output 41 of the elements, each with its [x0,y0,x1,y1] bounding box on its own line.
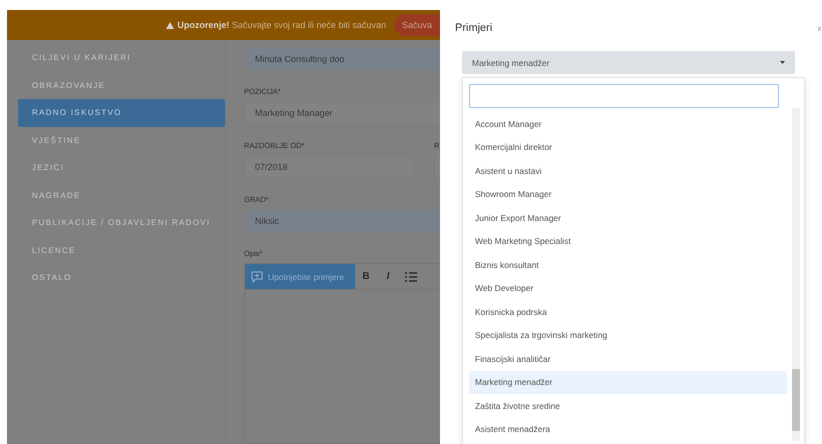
sidebar-item[interactable]: NAGRADE [18,182,225,209]
sidebar-item[interactable]: JEZICI [18,154,225,182]
sidebar-item[interactable]: PUBLIKACIJE / OBJAVLJENI RADOVI [18,209,225,236]
example-select[interactable]: Marketing menadžer [462,51,795,74]
search-field[interactable] [469,84,779,108]
date-field[interactable]: 07/2018 [244,155,414,179]
position-field[interactable]: Marketing Manager [244,101,440,125]
examples-button[interactable]: Upotrijebite primjere [245,264,355,289]
dropdown-option[interactable]: Web Marketing Specialist [469,230,787,253]
dropdown-option[interactable]: Komercijalni direktor [469,136,787,159]
city-field[interactable]: Niksic [244,209,440,233]
dropdown-option[interactable]: Asistent u nastavi [469,159,787,182]
dropdown-option[interactable]: Finascijski analitičar [469,347,787,370]
panel-title: Primjeri [455,22,492,34]
dropdown-option[interactable]: Asistent menadžera [469,418,787,441]
dropdown-option[interactable]: Zaštita životne sredine [469,394,787,418]
dropdown-option[interactable]: Showroom Manager [469,182,787,206]
sidebar-item[interactable]: VJEŠTINE [18,126,225,154]
sidebar-item[interactable]: LICENCE [18,236,225,264]
company-field[interactable]: Minuta Consulting doo [244,47,440,71]
sidebar-item[interactable]: RADNO ISKUSTVO [18,99,225,126]
sidebar-item[interactable]: CILJEVI U KARIJERI [18,44,225,72]
dropdown-option[interactable]: Korisnicka podrska [469,300,787,324]
sidebar-item[interactable]: OSTALO [18,264,225,292]
comment-plus-icon [251,270,263,282]
close-button[interactable]: x [817,24,822,32]
list-icon[interactable] [405,272,417,282]
warning-icon [166,22,174,28]
dropdown-option[interactable]: Web Developer [469,276,787,300]
save-button[interactable]: Sačuva [394,14,440,36]
dropdown-option[interactable]: Account Manager [469,112,787,136]
scrollbar[interactable] [792,108,800,441]
dropdown-option[interactable]: Specijalista za trgovinski marketing [469,324,787,347]
sidebar-item[interactable]: OBRAZOVANJE [18,72,225,99]
dropdown-option[interactable]: Marketing menadžer [469,370,787,394]
dropdown-option[interactable]: Biznis konsultant [469,253,787,276]
italic-button[interactable]: I [377,264,399,289]
dropdown-option[interactable]: Junior Export Manager [469,206,787,230]
caret-icon [780,61,785,64]
warning-message: Upozorenje! Sačuvajte svoj rad ili neće biti sačuvan [177,20,386,30]
bold-button[interactable]: B [355,264,377,289]
